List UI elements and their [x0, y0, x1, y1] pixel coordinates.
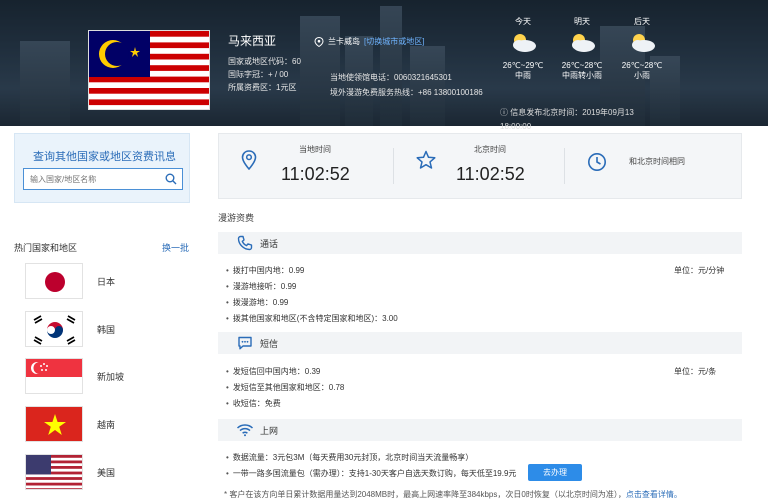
location-selector: 兰卡威岛 [切换城市或地区] — [314, 36, 424, 47]
usa-flag — [25, 454, 83, 490]
call-fee-item: 拨其他国家和地区(不含特定国家和地区)：3.00 — [226, 313, 398, 324]
search-button[interactable] — [160, 169, 182, 189]
sms-fee-item: 发短信回中国内地：0.39 — [226, 366, 321, 377]
call-heading: 通话 — [260, 238, 279, 249]
weather-today: 今天 26℃~29℃ 中雨 — [502, 17, 544, 80]
data-fee-item: 数据流量：3元包3M（每天费用30元封顶，北京时间当天流量畅享） — [226, 452, 473, 463]
message-icon — [238, 336, 252, 350]
call-fee-item: 漫游地接听：0.99 — [226, 281, 297, 292]
currency-zone: 所属资费区：1元区 — [228, 83, 297, 92]
time-difference-label: 和北京时间相同 — [629, 157, 685, 166]
data-fee-item: 一带一路多国流量包（需办理）：支持1-30天客户自选天数订购，每天低至19.9元 — [226, 468, 517, 479]
data-footnote: * 客户在该方向单日累计数据用量达到2048MB时，最高上网速率降至384kbp… — [224, 490, 682, 499]
sms-heading: 短信 — [260, 338, 279, 349]
location-pin-icon — [314, 36, 324, 47]
rain-cloud-icon — [632, 34, 655, 52]
local-time-cell: 当地时间 11:02:52 — [219, 134, 393, 198]
country-item-japan[interactable]: 日本 — [25, 263, 115, 299]
malaysia-flag — [88, 30, 210, 110]
location-name: 兰卡威岛 — [328, 37, 360, 46]
hot-countries-title: 热门国家和地区 — [14, 243, 78, 253]
switch-city-link[interactable]: [切换城市或地区] — [364, 36, 424, 47]
call-section-header: 通话 — [218, 232, 742, 254]
change-batch-link[interactable]: 换一批 — [162, 241, 189, 254]
weather-tomorrow: 明天 26℃~28℃ 中雨转小雨 — [561, 17, 603, 80]
search-icon — [165, 173, 177, 185]
data-heading: 上网 — [260, 425, 279, 436]
call-fee-item: 拨漫游地：0.99 — [226, 297, 289, 308]
apply-data-package-button[interactable]: 去办理 — [528, 464, 582, 481]
intl-prefix: 国际字冠：+ / 00 — [228, 70, 289, 79]
country-code: 国家或地区代码：60 — [228, 57, 301, 66]
singapore-flag — [25, 358, 83, 394]
rain-cloud-icon — [572, 34, 595, 52]
star-icon — [416, 150, 436, 169]
info-icon: ⓘ — [500, 108, 511, 117]
country-item-vietnam[interactable]: 越南 — [25, 406, 115, 442]
time-info-bar: 当地时间 11:02:52 北京时间 11:02:52 和北京时间相同 — [218, 133, 742, 199]
japan-flag — [25, 263, 83, 299]
search-title: 查询其他国家或地区资费讯息 — [33, 151, 176, 163]
call-unit: 单位：元/分钟 — [674, 266, 725, 275]
call-fee-item: 拨打中国内地：0.99 — [226, 265, 305, 276]
location-pin-icon — [241, 150, 257, 170]
beijing-time-value: 11:02:52 — [456, 164, 525, 184]
search-field-wrapper — [23, 168, 183, 190]
roaming-hotline: 境外漫游免费服务热线：+86 13800100186 — [330, 88, 483, 97]
roaming-fees-title: 漫游资费 — [218, 213, 255, 223]
beijing-time-cell: 北京时间 11:02:52 — [394, 134, 564, 198]
country-item-korea[interactable]: 韩国 — [25, 311, 115, 347]
clock-icon — [588, 153, 606, 171]
sms-fee-item: 发短信至其他国家和地区：0.78 — [226, 382, 345, 393]
country-search-input[interactable] — [24, 169, 158, 189]
country-item-usa[interactable]: 美国 — [25, 454, 115, 490]
country-search-panel: 查询其他国家或地区资费讯息 — [14, 133, 190, 203]
local-time-value: 11:02:52 — [281, 164, 350, 184]
sms-section-header: 短信 — [218, 332, 742, 354]
phone-icon — [237, 235, 253, 251]
time-difference-cell: 和北京时间相同 — [565, 134, 741, 198]
country-name: 马来西亚 — [228, 34, 277, 48]
sms-unit: 单位：元/条 — [674, 367, 717, 376]
wifi-icon — [236, 424, 254, 437]
beijing-time-label: 北京时间 — [474, 145, 506, 154]
embassy-phone: 当地使领馆电话：0060321645301 — [330, 73, 452, 82]
weather-day-after: 后天 26℃~28℃ 小雨 — [621, 17, 663, 80]
country-item-singapore[interactable]: 新加坡 — [25, 358, 124, 394]
publish-time: ⓘ 信息发布北京时间：2019年09月13 18:00:00 — [500, 108, 634, 131]
rain-cloud-icon — [513, 34, 536, 52]
local-time-label: 当地时间 — [299, 145, 331, 154]
vietnam-flag — [25, 406, 83, 442]
view-details-link[interactable]: 点击查看详情。 — [626, 490, 682, 499]
korea-flag — [25, 311, 83, 347]
sms-fee-item: 收短信：免费 — [226, 398, 281, 409]
data-section-header: 上网 — [218, 419, 742, 441]
